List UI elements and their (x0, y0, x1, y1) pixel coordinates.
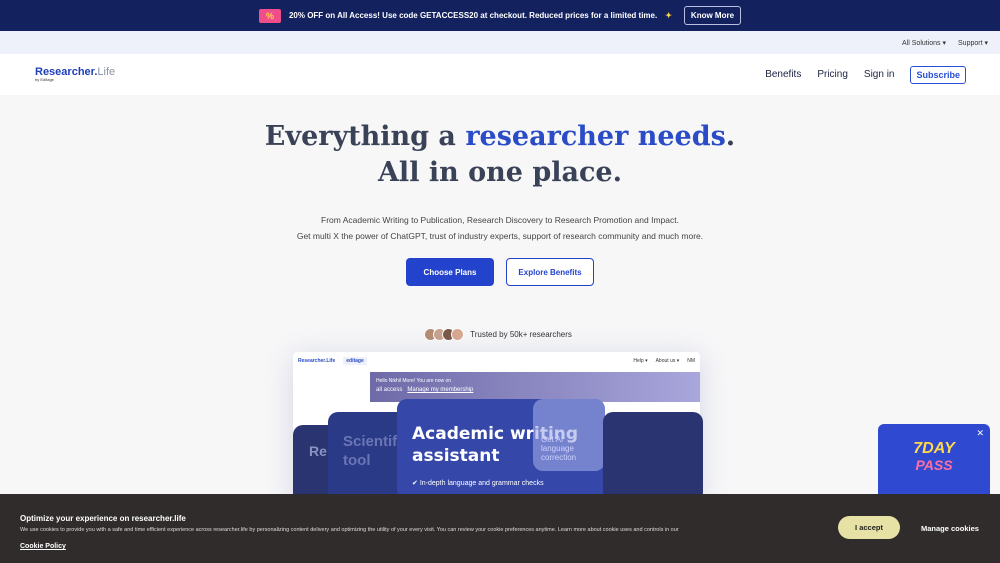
utility-bar: All Solutions ▾ Support ▾ (0, 31, 1000, 54)
hero-desc-2: Get multi X the power of ChatGPT, trust … (296, 231, 704, 241)
choose-plans-button[interactable]: Choose Plans (406, 258, 494, 286)
avatar-group (424, 328, 465, 341)
promo-banner: % 20% OFF on All Access! Use code GETACC… (0, 0, 1000, 31)
main-nav: Researcher.Life by Editage Benefits Prici… (0, 54, 1000, 95)
cookie-title: Optimize your experience on researcher.l… (20, 514, 186, 523)
ticket-percent-icon: % (258, 8, 281, 23)
support-menu[interactable]: Support ▾ (958, 39, 988, 47)
logo[interactable]: Researcher.Life by Editage (35, 67, 115, 82)
close-icon[interactable]: ✕ (976, 428, 984, 439)
trusted-by: Trusted by 50k+ researchers (0, 328, 1000, 341)
check-icon: ✔ (412, 480, 418, 487)
nav-benefits[interactable]: Benefits (765, 69, 801, 80)
cookie-body: We use cookies to provide you with a saf… (20, 527, 679, 533)
feature-card (603, 412, 703, 502)
all-solutions-menu[interactable]: All Solutions ▾ (902, 39, 946, 47)
hero-title: Everything a researcher needs. All in one… (264, 121, 736, 188)
cookie-policy-link[interactable]: Cookie Policy (20, 543, 66, 550)
manage-cookies-button[interactable]: Manage cookies (921, 524, 979, 533)
subscribe-button[interactable]: Subscribe (910, 65, 966, 84)
hero-desc-1: From Academic Writing to Publication, Re… (321, 215, 679, 225)
accept-cookies-button[interactable]: I accept (838, 516, 900, 539)
sparkle-icon: ✦ (665, 11, 672, 20)
know-more-button[interactable]: Know More (683, 6, 742, 25)
promo-text: 20% OFF on All Access! Use code GETACCES… (288, 11, 658, 20)
seven-day-pass-popup[interactable]: ✕ 7DAY PASS (878, 424, 990, 504)
nav-pricing[interactable]: Pricing (817, 69, 848, 80)
feature-card: Get AI language correction (533, 399, 605, 471)
explore-benefits-button[interactable]: Explore Benefits (506, 258, 594, 286)
cookie-banner: Optimize your experience on researcher.l… (0, 494, 1000, 563)
hero: Everything a researcher needs. All in one… (0, 119, 1000, 341)
nav-sign-in[interactable]: Sign in (864, 69, 895, 80)
